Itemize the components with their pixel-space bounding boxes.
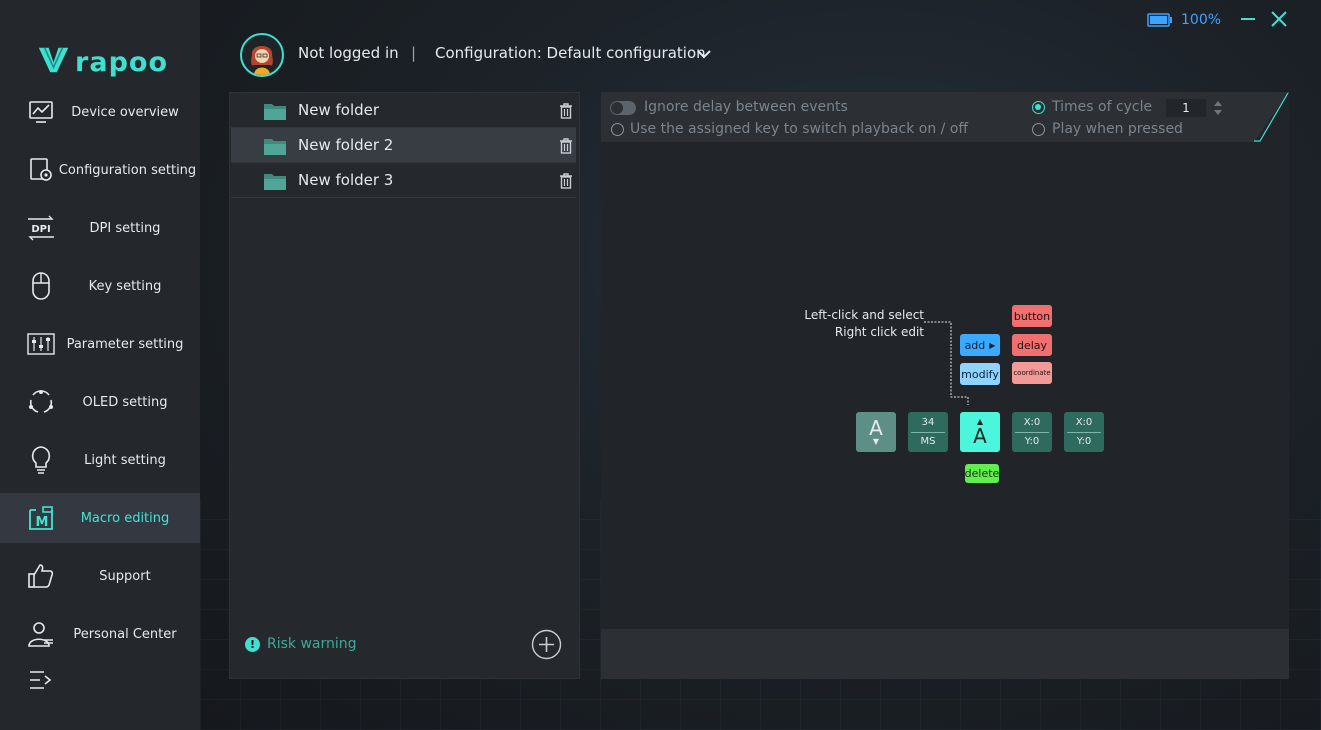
- sidebar-item-label: Support: [99, 568, 151, 584]
- times-of-cycle-radio[interactable]: [1032, 101, 1045, 114]
- macro-event-coordinate[interactable]: X:0 Y:0: [1064, 412, 1104, 452]
- insert-delay-event[interactable]: delay: [1012, 334, 1052, 356]
- insert-coordinate-event[interactable]: coordinate: [1012, 362, 1052, 384]
- sidebar: rapoo Device overview Configuration sett…: [0, 0, 200, 730]
- event-y-value: Y:0: [1024, 435, 1040, 447]
- hint-line-1: Left-click and select: [804, 308, 924, 322]
- event-x-value: X:0: [1075, 416, 1093, 428]
- avatar[interactable]: [240, 33, 284, 77]
- event-key-label: A: [973, 424, 987, 448]
- add-label: add: [964, 338, 986, 352]
- cycle-count-input[interactable]: 1: [1166, 99, 1206, 117]
- folder-icon: [264, 104, 286, 120]
- play-when-pressed-label: Play when pressed: [1052, 121, 1183, 137]
- folder-item[interactable]: New folder 2: [231, 128, 576, 163]
- sidebar-item-label: Personal Center: [73, 626, 177, 642]
- sidebar-item-label: Configuration setting: [58, 162, 197, 178]
- event-key-label: A: [869, 416, 883, 440]
- triangle-right-icon: ▶: [989, 340, 996, 350]
- folder-icon: [264, 139, 286, 155]
- warning-icon: !: [245, 636, 260, 652]
- times-of-cycle-label: Times of cycle: [1052, 99, 1153, 115]
- logo-text: rapoo: [75, 46, 168, 78]
- header-separator: |: [411, 44, 417, 62]
- macro-event-coordinate[interactable]: X:0 Y:0: [1012, 412, 1052, 452]
- battery-status: 100%: [1147, 12, 1221, 28]
- event-delay-value: 34: [921, 416, 935, 428]
- risk-warning[interactable]: ! Risk warning: [245, 636, 357, 652]
- event-delay-unit: MS: [920, 435, 936, 447]
- folder-name: New folder 3: [298, 171, 394, 189]
- sidebar-item-oled-setting[interactable]: OLED setting: [0, 377, 200, 427]
- svg-text:M: M: [36, 515, 49, 530]
- sidebar-item-label: Light setting: [84, 452, 166, 468]
- configuration-selector[interactable]: Configuration: Default configuration: [435, 44, 706, 62]
- play-when-pressed-radio[interactable]: [1032, 123, 1045, 136]
- macro-hint: Left-click and select Right click edit: [800, 307, 924, 341]
- sidebar-item-label: Key setting: [88, 278, 162, 294]
- menu-collapse-icon[interactable]: [28, 668, 56, 694]
- modify-button[interactable]: modify: [960, 363, 1000, 385]
- folder-name: New folder: [298, 101, 380, 119]
- event-y-value: Y:0: [1076, 435, 1092, 447]
- sidebar-item-label: OLED setting: [82, 394, 168, 410]
- plus-circle-icon: [531, 629, 562, 660]
- folder-panel: New folder New folder 2 New folder 3: [229, 92, 580, 679]
- config-gear-icon: [26, 155, 56, 185]
- ignore-delay-toggle[interactable]: [610, 101, 636, 115]
- add-folder-button[interactable]: [531, 629, 562, 660]
- chevron-down-icon[interactable]: [695, 45, 713, 63]
- battery-percent: 100%: [1181, 12, 1222, 28]
- close-icon[interactable]: [1270, 10, 1288, 28]
- sidebar-item-label: Device overview: [71, 104, 179, 120]
- options-bar-edge: [1254, 92, 1289, 142]
- minimize-icon[interactable]: [1239, 10, 1257, 28]
- macro-event-key[interactable]: A ▼: [856, 412, 896, 452]
- sidebar-item-dpi-setting[interactable]: DPI DPI setting: [0, 203, 200, 253]
- event-divider: [1015, 431, 1049, 433]
- sidebar-item-key-setting[interactable]: Key setting: [0, 261, 200, 311]
- arrow-down-icon: ▼: [872, 437, 880, 446]
- assigned-key-label: Use the assigned key to switch playback …: [630, 121, 969, 137]
- sidebar-item-device-overview[interactable]: Device overview: [0, 87, 200, 137]
- svg-text:DPI: DPI: [31, 224, 50, 235]
- logo-v-icon: [38, 47, 69, 73]
- sidebar-item-support[interactable]: Support: [0, 551, 200, 601]
- battery-icon: [1147, 13, 1172, 27]
- macro-event-key-selected[interactable]: ▲ A: [960, 412, 1000, 452]
- folder-item[interactable]: New folder 3: [231, 163, 576, 198]
- event-divider: [1067, 431, 1101, 433]
- trash-icon[interactable]: [559, 103, 573, 119]
- cycle-stepper-icon[interactable]: [1212, 99, 1224, 117]
- sidebar-item-parameter-setting[interactable]: Parameter setting: [0, 319, 200, 369]
- folder-icon: [264, 174, 286, 190]
- risk-warning-label: Risk warning: [267, 636, 357, 652]
- sidebar-item-light-setting[interactable]: Light setting: [0, 435, 200, 485]
- assigned-key-radio[interactable]: [611, 123, 624, 136]
- folder-item[interactable]: New folder: [231, 93, 576, 128]
- ignore-delay-label: Ignore delay between events: [644, 99, 848, 115]
- event-x-value: X:0: [1023, 416, 1041, 428]
- insert-button-event[interactable]: button: [1012, 305, 1052, 327]
- sidebar-item-label: Parameter setting: [66, 336, 184, 352]
- event-divider: [911, 431, 945, 433]
- sidebar-item-macro-editing[interactable]: M Macro editing: [0, 493, 200, 543]
- sidebar-item-label: DPI setting: [89, 220, 161, 236]
- macro-event-delay[interactable]: 34 MS: [908, 412, 948, 452]
- add-button[interactable]: add ▶: [960, 334, 1000, 356]
- hint-line-2: Right click edit: [834, 325, 924, 339]
- sidebar-item-label: Macro editing: [80, 510, 170, 526]
- delete-button[interactable]: delete: [965, 464, 999, 483]
- sidebar-item-configuration-setting[interactable]: Configuration setting: [0, 145, 200, 195]
- sidebar-item-personal-center[interactable]: Personal Center: [0, 609, 200, 659]
- rapoo-logo: rapoo: [38, 42, 168, 78]
- folder-name: New folder 2: [298, 136, 394, 154]
- login-status[interactable]: Not logged in: [298, 44, 399, 62]
- macro-footer-bar: [601, 629, 1289, 679]
- trash-icon[interactable]: [559, 173, 573, 189]
- trash-icon[interactable]: [559, 138, 573, 154]
